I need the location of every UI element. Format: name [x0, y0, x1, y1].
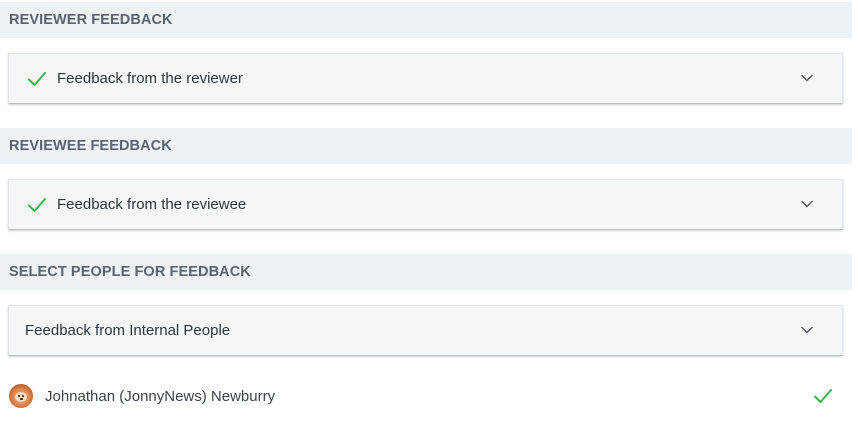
chevron-down-icon[interactable]: [800, 325, 814, 335]
reviewer-feedback-header: REVIEWER FEEDBACK: [0, 2, 852, 38]
internal-people-label: Feedback from Internal People: [25, 322, 231, 339]
check-icon[interactable]: [813, 386, 833, 406]
check-icon: [27, 195, 47, 215]
reviewee-feedback-label: Feedback from the reviewee: [57, 196, 247, 213]
select-people-header: SELECT PEOPLE FOR FEEDBACK: [0, 254, 852, 290]
reviewee-feedback-header: REVIEWEE FEEDBACK: [0, 128, 852, 164]
check-icon: [27, 69, 47, 89]
chevron-down-icon[interactable]: [800, 73, 814, 83]
feedback-panel: REVIEWER FEEDBACK Feedback from the revi…: [0, 0, 858, 428]
avatar: [9, 384, 33, 408]
reviewee-feedback-accordion[interactable]: Feedback from the reviewee: [8, 179, 843, 230]
reviewer-feedback-label: Feedback from the reviewer: [57, 70, 243, 87]
person-list-item[interactable]: Johnathan (JonnyNews) Newburry: [0, 378, 852, 414]
reviewer-feedback-accordion[interactable]: Feedback from the reviewer: [8, 53, 843, 104]
chevron-down-icon[interactable]: [800, 199, 814, 209]
internal-people-accordion[interactable]: Feedback from Internal People: [8, 305, 843, 356]
person-name: Johnathan (JonnyNews) Newburry: [45, 387, 276, 405]
